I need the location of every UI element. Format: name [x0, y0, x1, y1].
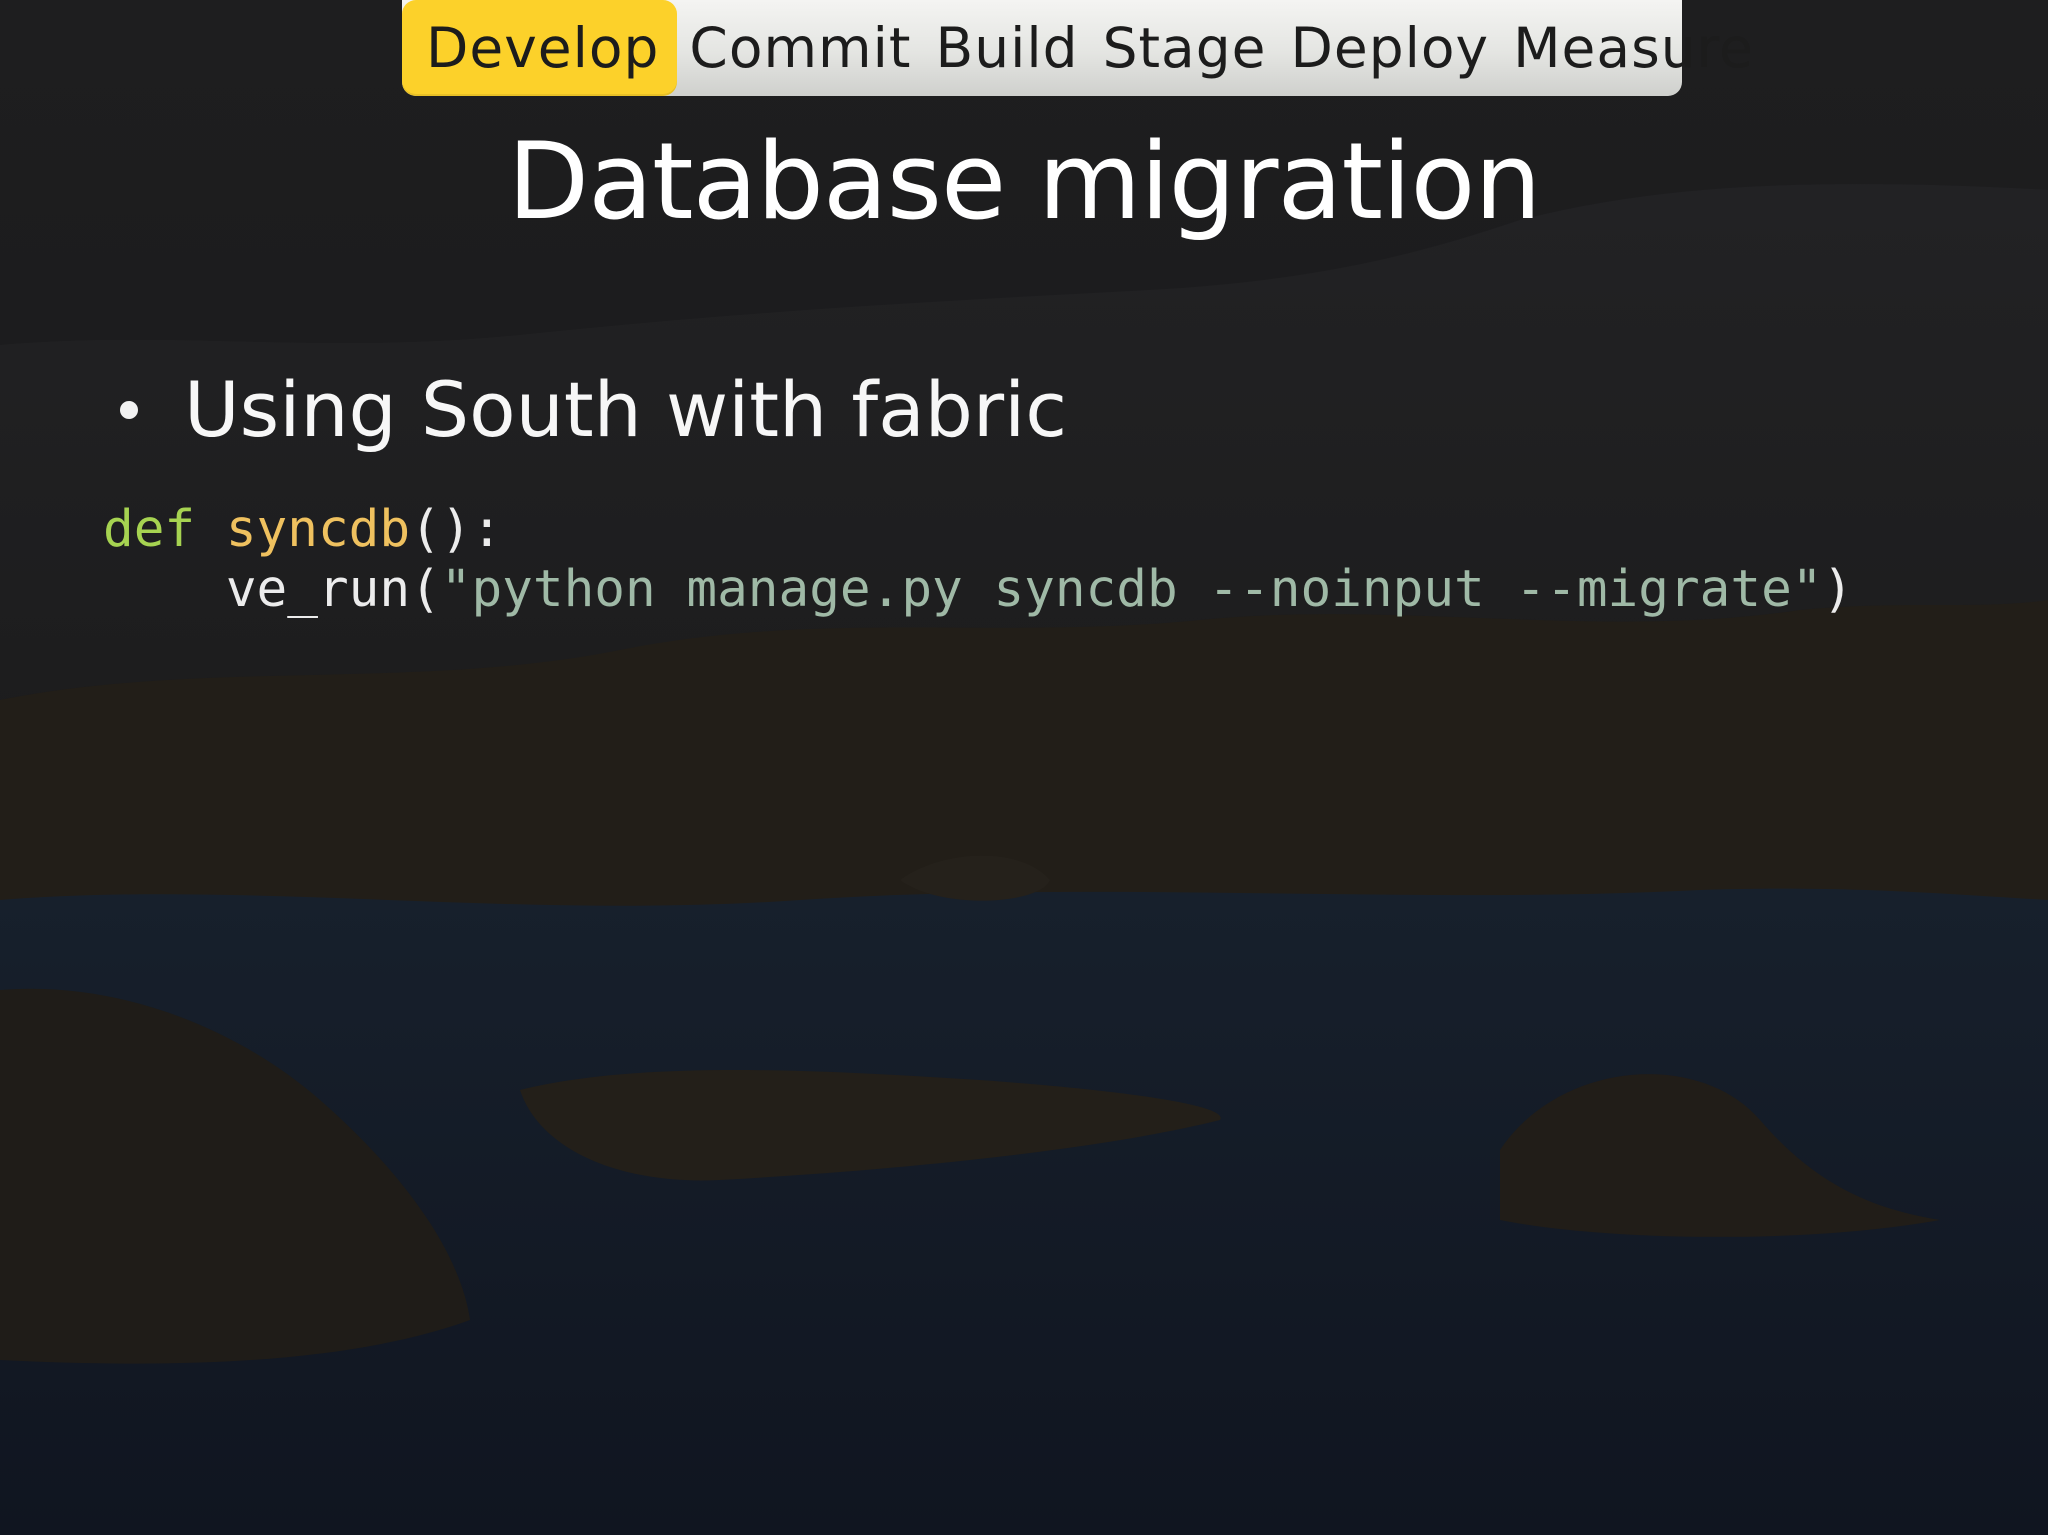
stage-stage[interactable]: Stage	[1091, 0, 1279, 96]
code-line-2: ve_run("python manage.py syncdb --noinpu…	[103, 560, 1853, 619]
bullet-icon	[120, 401, 138, 419]
code-string: "python manage.py syncdb --noinput --mig…	[440, 560, 1823, 619]
code-keyword: def	[103, 500, 196, 559]
code-function-name: syncdb	[225, 500, 411, 559]
stage-develop[interactable]: Develop	[402, 0, 678, 96]
slide-title: Database migration	[507, 120, 1541, 243]
stage-measure[interactable]: Measure	[1501, 0, 1766, 96]
code-block: def syncdb(): ve_run("python manage.py s…	[103, 500, 1853, 620]
stage-build[interactable]: Build	[923, 0, 1090, 96]
code-close-paren: )	[1822, 560, 1854, 619]
slide: Develop Commit Build Stage Deploy Measur…	[0, 0, 2048, 1535]
pipeline-stage-bar: Develop Commit Build Stage Deploy Measur…	[402, 0, 1753, 96]
stage-commit[interactable]: Commit	[677, 0, 923, 96]
bullet-item: Using South with fabric	[120, 360, 1067, 460]
stage-deploy[interactable]: Deploy	[1279, 0, 1502, 96]
code-punctuation: ():	[410, 500, 503, 559]
bullet-list: Using South with fabric	[120, 360, 1067, 460]
code-line-1: def syncdb():	[103, 500, 502, 559]
bullet-text: Using South with fabric	[184, 365, 1068, 454]
code-call: ve_run(	[225, 560, 441, 619]
